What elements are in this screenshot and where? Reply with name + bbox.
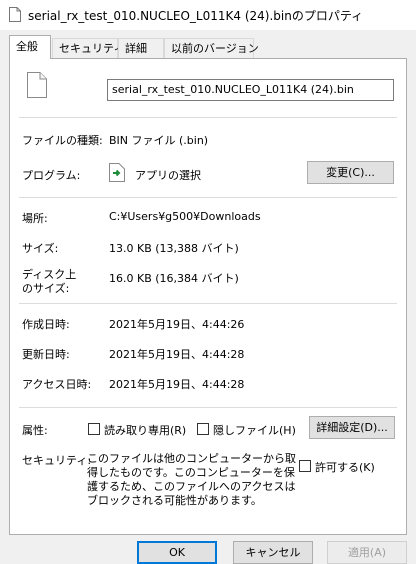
security-warning-text: このファイルは他のコンピューターから取得したものです。このコンピューターを保護す… [87,452,296,507]
program-value: アプリの選択 [135,169,201,182]
modified-label: 更新日時: [22,348,70,361]
title-bar: serial_rx_test_010.NUCLEO_L011K4 (24).bi… [0,0,416,30]
location-value: C:¥Users¥g500¥Downloads [109,210,261,223]
change-program-button[interactable]: 変更(C)... [307,161,394,184]
app-chooser-icon [109,163,125,182]
security-label: セキュリティ: [22,454,92,467]
divider [19,197,397,198]
created-label: 作成日時: [22,318,70,331]
created-value: 2021年5月19日、4:44:26 [109,318,245,331]
unblock-checkbox[interactable] [299,460,311,472]
program-label: プログラム: [22,169,81,182]
divider [19,407,397,408]
readonly-label[interactable]: 読み取り専用(R) [104,422,186,438]
file-icon [27,72,47,98]
hidden-label[interactable]: 隠しファイル(H) [213,422,296,438]
modified-value: 2021年5月19日、4:44:28 [109,348,245,361]
divider [19,117,397,118]
tab-general[interactable]: 全般 [9,35,51,59]
window-title: serial_rx_test_010.NUCLEO_L011K4 (24).bi… [28,9,364,23]
cancel-button[interactable]: キャンセル [233,541,313,564]
tab-previous-versions[interactable]: 以前のバージョン [164,38,259,58]
divider [19,303,397,304]
tab-details[interactable]: 詳細 [118,38,164,58]
disk-size-label-line2: のサイズ: [22,282,70,295]
ok-button[interactable]: OK [137,541,217,564]
size-label: サイズ: [22,242,59,255]
accessed-value: 2021年5月19日、4:44:28 [109,378,245,391]
tab-security[interactable]: セキュリティ [52,38,124,58]
file-type-value: BIN ファイル (.bin) [109,134,209,147]
advanced-attributes-button[interactable]: 詳細設定(D)... [309,416,395,439]
attributes-label: 属性: [22,424,48,437]
file-icon [9,7,21,22]
size-value: 13.0 KB (13,388 バイト) [109,242,239,255]
file-name-field[interactable]: serial_rx_test_010.NUCLEO_L011K4 (24).bi… [107,79,394,101]
location-label: 場所: [22,212,48,225]
accessed-label: アクセス日時: [22,378,92,391]
disk-size-value: 16.0 KB (16,384 バイト) [109,272,239,285]
apply-button[interactable]: 適用(A) [327,541,407,564]
hidden-checkbox[interactable] [197,423,209,435]
readonly-checkbox[interactable] [88,423,100,435]
unblock-label[interactable]: 許可する(K) [315,459,375,475]
file-type-label: ファイルの種類: [22,134,103,147]
